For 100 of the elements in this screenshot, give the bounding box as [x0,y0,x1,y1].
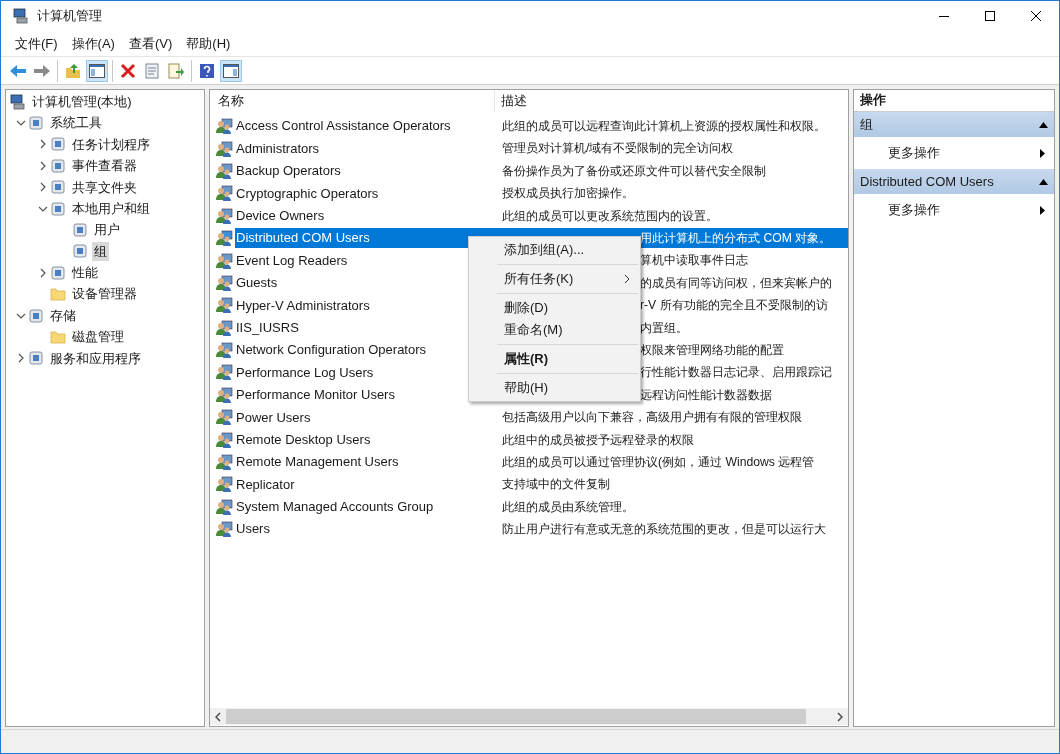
tool-icon [50,179,66,196]
table-cell[interactable]: Cryptographic Operators [235,183,500,204]
tree-item[interactable]: 共享文件夹 [70,177,139,197]
expand-chevron-icon[interactable] [38,267,48,278]
tree-item[interactable]: 设备管理器 [70,284,139,304]
users-icon [216,207,233,224]
back-arrow-icon [9,63,27,78]
menu-item[interactable]: 文件(F) [9,33,64,54]
table-cell[interactable]: Remote Desktop Users [235,429,500,450]
action-item[interactable]: 更多操作 [854,194,1054,226]
users-icon [216,476,233,493]
action-section-header[interactable]: 组 [854,112,1054,137]
table-cell-text: 算机中读取事件日志 [640,252,748,270]
menu-item[interactable]: 查看(V) [122,33,179,54]
table-cell[interactable]: Administrators [235,138,500,159]
table-cell-text: 包括高级用户以向下兼容，高级用户拥有有限的管理权限 [502,409,802,427]
submenu-triangle-icon [1040,148,1045,158]
users-icon [216,431,233,448]
expand-chevron-icon[interactable] [38,160,48,171]
table-cell-text: 用此计算机上的分布式 COM 对象。 [640,230,832,247]
column-header[interactable]: 描述 [495,90,527,112]
users-icon [216,230,233,247]
users-icon [216,140,233,157]
table-cell-text: 此组中的成员被授予远程登录的权限 [502,431,694,449]
users-icon [216,454,233,471]
expand-chevron-icon[interactable] [38,182,48,193]
menu-item[interactable]: 操作(A) [65,33,121,54]
table-cell[interactable]: Access Control Assistance Operators [235,116,500,137]
table-cell[interactable]: Remote Management Users [235,452,500,473]
minimize-icon [939,15,949,17]
horizontal-scrollbar[interactable] [210,708,848,725]
tree-pane-icon [89,63,105,78]
tool-icon [50,136,66,153]
action-pane-icon [223,63,239,78]
users-icon [216,118,233,135]
tree-item[interactable]: 性能 [70,263,100,283]
action-section-header[interactable]: Distributed COM Users [854,169,1054,194]
users-icon [216,342,233,359]
table-cell-text: 此组的成员可以远程查询此计算机上资源的授权属性和权限。 [502,118,826,136]
folder-up-icon [65,62,81,79]
table-cell[interactable]: Device Owners [235,205,500,226]
table-cell[interactable]: System Managed Accounts Group [235,496,500,517]
submenu-triangle-icon [1040,205,1045,215]
table-cell[interactable]: Power Users [235,407,500,428]
table-cell-text: 此组的成员可以更改系统范围内的设置。 [502,207,718,225]
table-cell-text: 内置组。 [640,319,688,337]
column-header[interactable]: 名称 [210,90,495,112]
table-cell[interactable]: Distributed COM Users [235,228,500,249]
scrollbar-thumb[interactable] [226,709,806,724]
window-title: 计算机管理 [37,7,102,26]
table-cell[interactable]: Users [235,519,500,540]
tree-item[interactable]: 服务和应用程序 [48,348,143,369]
users-icon [216,185,233,202]
tree-item[interactable]: 磁盘管理 [70,327,126,347]
computer-icon [13,8,29,24]
table-cell-text: 管理员对计算机/域有不受限制的完全访问权 [502,140,734,158]
table-cell[interactable]: Backup Operators [235,160,500,181]
menu-item[interactable]: 帮助(H) [180,33,237,54]
users-icon [216,162,233,179]
tool-icon [72,243,88,260]
context-menu-item[interactable]: 所有任务(K) [469,268,640,290]
table-cell-text: r-V 所有功能的完全且不受限制的访 [640,297,828,315]
tree-item[interactable]: 事件查看器 [70,156,139,176]
context-menu-item[interactable]: 删除(D) [469,297,640,319]
tool-icon [28,307,44,324]
users-icon [216,498,233,515]
tool-icon [28,350,44,367]
table-cell-text: 备份操作员为了备份或还原文件可以替代安全限制 [502,162,766,180]
table-cell[interactable]: Replicator [235,474,500,495]
tree-item[interactable]: 存储 [48,305,78,326]
tree-item[interactable]: 计算机管理(本地) [30,91,134,112]
tree-item[interactable]: 任务计划程序 [70,134,152,155]
tree-item[interactable]: 组 [92,241,109,262]
users-icon [216,252,233,269]
tree-item[interactable]: 用户 [92,220,122,240]
folder-icon [50,330,66,344]
properties-icon [144,62,160,79]
tool-icon [72,222,88,239]
context-menu-item[interactable]: 帮助(H) [469,377,640,399]
forward-arrow-icon [33,63,51,78]
table-cell-text: 此组的成员可以通过管理协议(例如，通过 Windows 远程管 [502,453,815,471]
users-icon [216,386,233,403]
folder-icon [50,287,66,302]
collapse-triangle-icon [1039,178,1048,185]
collapse-triangle-icon [1039,121,1048,128]
table-cell-text: 授权成员执行加密操作。 [502,185,634,203]
toolbar-button[interactable] [220,59,242,82]
users-icon [216,274,233,291]
delete-icon [120,62,136,79]
context-menu-item[interactable]: 属性(R) [469,348,640,370]
context-menu-item[interactable]: 重命名(M) [469,319,640,341]
table-cell-text: 行性能计数器日志记录、启用跟踪记 [640,364,832,382]
toolbar-button[interactable] [86,59,108,82]
action-item[interactable]: 更多操作 [854,137,1054,169]
tree-item[interactable]: 本地用户和组 [70,198,152,219]
table-cell-text: 此组的成员由系统管理。 [502,498,634,516]
tree-item[interactable]: 系统工具 [48,113,104,133]
expand-chevron-icon[interactable] [38,139,48,150]
table-cell-text: 远程访问性能计数器数据 [640,386,772,404]
expand-chevron-icon[interactable] [16,353,26,364]
